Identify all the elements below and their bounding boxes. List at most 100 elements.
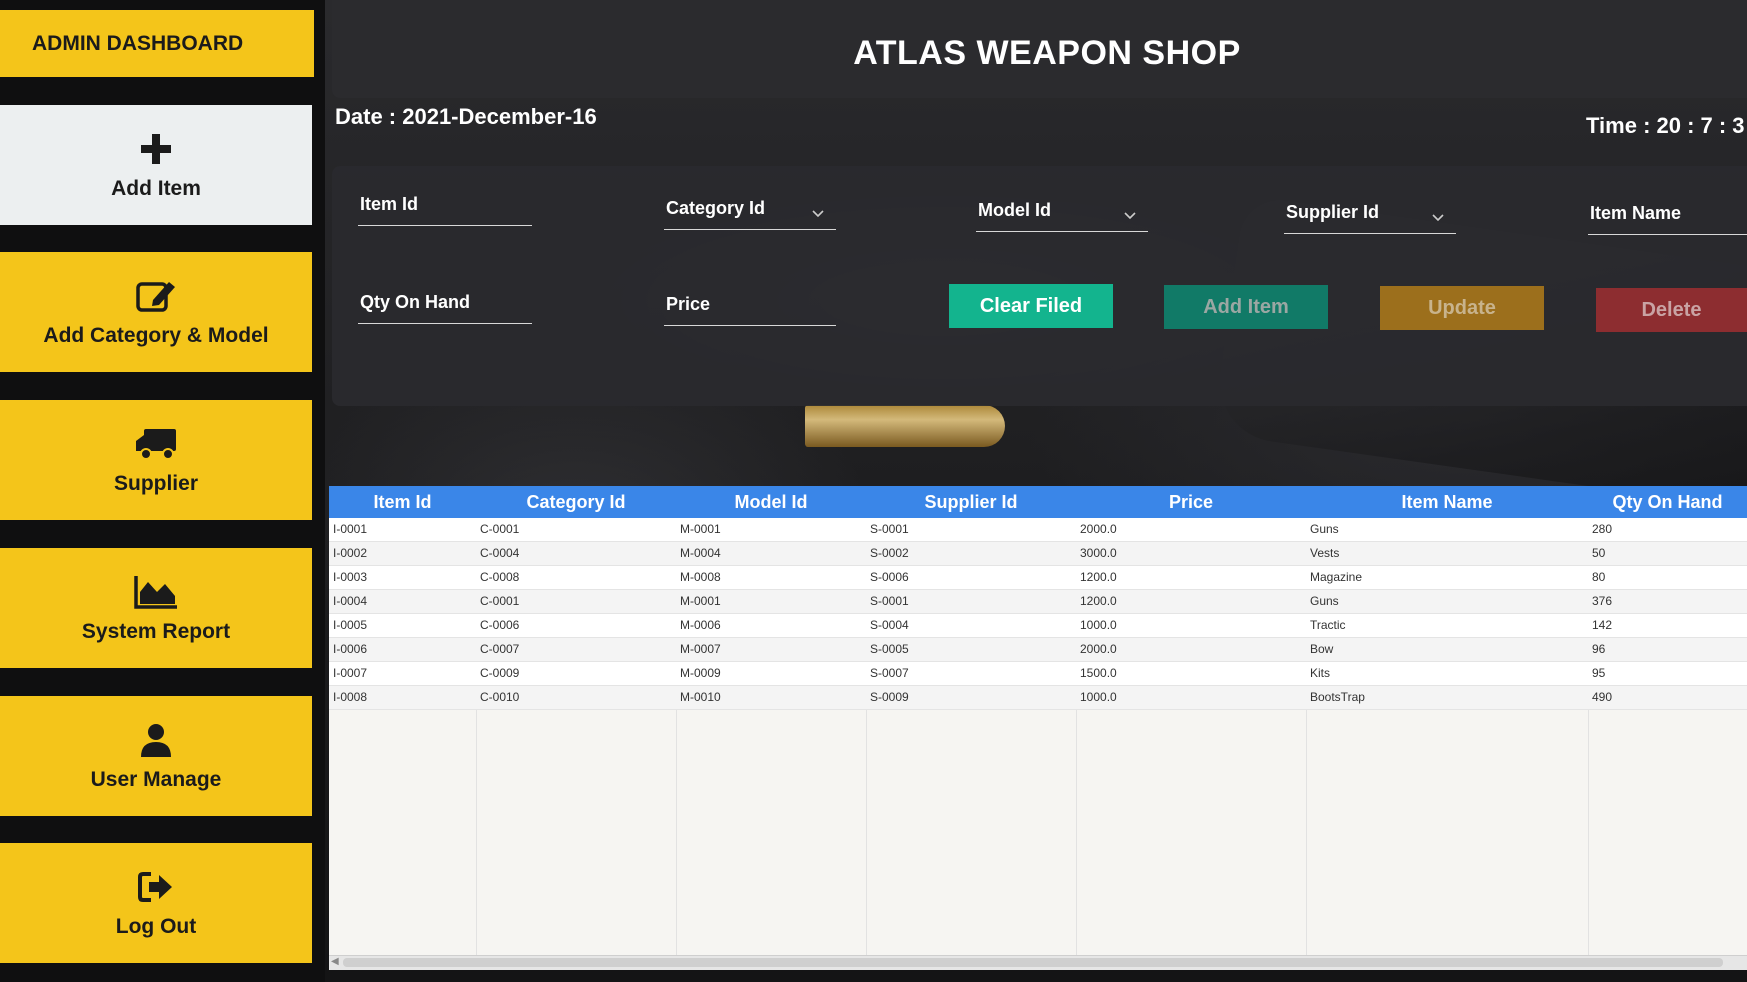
nav-add-item-label: Add Item: [111, 177, 201, 200]
table-row[interactable]: I-0007 C-0009 M-0009 S-0007 1500.0 Kits 95: [329, 662, 1747, 686]
cell-item-name: Guns: [1310, 594, 1339, 608]
cell-supplier-id: S-0001: [870, 522, 909, 536]
item-id-field[interactable]: Item Id: [358, 188, 532, 226]
supplier-id-label: Supplier Id: [1286, 202, 1380, 222]
cell-supplier-id: S-0001: [870, 594, 909, 608]
chart-area-icon: [133, 572, 179, 612]
cell-qty-on-hand: 95: [1592, 666, 1606, 680]
nav-system-report-label: System Report: [81, 620, 231, 643]
cell-item-id: I-0003: [333, 570, 368, 584]
column-header-supplier-id[interactable]: Supplier Id: [866, 486, 1076, 518]
cell-price: 1200.0: [1080, 570, 1117, 584]
cell-item-name: Bow: [1310, 642, 1334, 656]
clear-field-button[interactable]: Clear Filed: [949, 284, 1113, 328]
cell-qty-on-hand: 96: [1592, 642, 1606, 656]
cell-item-name: Tractic: [1310, 618, 1346, 632]
category-id-select[interactable]: Category Id: [664, 192, 836, 230]
cell-price: 1200.0: [1080, 594, 1117, 608]
cell-item-name: Vests: [1310, 546, 1340, 560]
scroll-thumb[interactable]: [343, 958, 1723, 967]
cell-category-id: C-0001: [480, 594, 520, 608]
price-field[interactable]: Price: [664, 288, 836, 326]
table-row[interactable]: I-0003 C-0008 M-0008 S-0006 1200.0 Magazine 80: [329, 566, 1747, 590]
column-header-item-name[interactable]: Item Name: [1306, 486, 1588, 518]
cell-supplier-id: S-0006: [870, 570, 909, 584]
header-bar: ATLAS WEAPON SHOP: [332, 0, 1747, 98]
cell-item-name: Kits: [1310, 666, 1331, 680]
nav-add-category-model-label: Add Category & Model: [43, 324, 269, 347]
add-item-button[interactable]: Add Item: [1164, 285, 1328, 329]
column-header-qty-on-hand[interactable]: Qty On Hand: [1588, 486, 1747, 518]
horizontal-scrollbar[interactable]: ◀: [329, 955, 1747, 970]
nav-add-item-button[interactable]: Add Item: [0, 105, 312, 225]
table-row[interactable]: I-0002 C-0004 M-0004 S-0002 3000.0 Vests 50: [329, 542, 1747, 566]
nav-supplier-label: Supplier: [113, 472, 198, 495]
nav-logout-button[interactable]: Log Out: [0, 843, 312, 963]
date-display: Date : 2021-December-16: [335, 104, 597, 129]
cell-supplier-id: S-0002: [870, 546, 909, 560]
cell-qty-on-hand: 142: [1592, 618, 1613, 632]
cell-model-id: M-0001: [680, 522, 721, 536]
chevron-down-icon: [1432, 206, 1444, 227]
cell-model-id: M-0004: [680, 546, 721, 560]
cell-category-id: C-0010: [480, 690, 520, 704]
table-row[interactable]: I-0006 C-0007 M-0007 S-0005 2000.0 Bow 96: [329, 638, 1747, 662]
cell-supplier-id: S-0004: [870, 618, 909, 632]
cell-qty-on-hand: 376: [1592, 594, 1613, 608]
user-icon: [138, 720, 174, 760]
items-table[interactable]: Item Id Category Id Model Id Supplier Id…: [329, 486, 1747, 970]
column-header-price[interactable]: Price: [1076, 486, 1306, 518]
cell-qty-on-hand: 280: [1592, 522, 1613, 536]
cell-price: 1000.0: [1080, 690, 1117, 704]
table-row[interactable]: I-0001 C-0001 M-0001 S-0001 2000.0 Guns 280: [329, 518, 1747, 542]
column-header-item-id[interactable]: Item Id: [329, 486, 476, 518]
delete-button[interactable]: Delete: [1596, 288, 1747, 332]
cell-item-id: I-0001: [333, 522, 368, 536]
cell-price: 2000.0: [1080, 642, 1117, 656]
cell-category-id: C-0009: [480, 666, 520, 680]
dashboard-title: ADMIN DASHBOARD: [0, 10, 314, 77]
nav-add-category-model-button[interactable]: Add Category & Model: [0, 252, 312, 372]
cell-qty-on-hand: 490: [1592, 690, 1613, 704]
cell-model-id: M-0008: [680, 570, 721, 584]
cell-price: 3000.0: [1080, 546, 1117, 560]
cell-item-name: BootsTrap: [1310, 690, 1365, 704]
table-row[interactable]: I-0008 C-0010 M-0010 S-0009 1000.0 BootsTrap 4…: [329, 686, 1747, 710]
cell-item-id: I-0008: [333, 690, 368, 704]
column-header-category-id[interactable]: Category Id: [476, 486, 676, 518]
cell-price: 1000.0: [1080, 618, 1117, 632]
cell-item-name: Guns: [1310, 522, 1339, 536]
table-header: Item Id Category Id Model Id Supplier Id…: [329, 486, 1747, 518]
cell-item-id: I-0007: [333, 666, 368, 680]
column-header-model-id[interactable]: Model Id: [676, 486, 866, 518]
scroll-left-icon[interactable]: ◀: [331, 956, 339, 967]
nav-user-manage-label: User Manage: [90, 768, 222, 791]
nav-supplier-button[interactable]: Supplier: [0, 400, 312, 520]
cell-item-name: Magazine: [1310, 570, 1363, 584]
cell-model-id: M-0009: [680, 666, 721, 680]
cell-price: 1500.0: [1080, 666, 1117, 680]
chevron-down-icon: [812, 202, 824, 223]
cell-model-id: M-0006: [680, 618, 721, 632]
model-id-select[interactable]: Model Id: [976, 194, 1148, 232]
chevron-down-icon: [1124, 204, 1136, 225]
cell-supplier-id: S-0007: [870, 666, 909, 680]
item-name-field[interactable]: Item Name: [1588, 197, 1747, 235]
cell-supplier-id: S-0005: [870, 642, 909, 656]
table-row[interactable]: I-0004 C-0001 M-0001 S-0001 1200.0 Guns 376: [329, 590, 1747, 614]
bullet-decoration: [805, 405, 1005, 447]
table-row[interactable]: I-0005 C-0006 M-0006 S-0004 1000.0 Tractic 142: [329, 614, 1747, 638]
nav-user-manage-button[interactable]: User Manage: [0, 696, 312, 816]
cell-item-id: I-0002: [333, 546, 368, 560]
sidebar: ADMIN DASHBOARD Add Item Add Category & …: [0, 0, 320, 982]
nav-system-report-button[interactable]: System Report: [0, 548, 312, 668]
qty-on-hand-label: Qty On Hand: [360, 292, 471, 312]
category-id-label: Category Id: [666, 198, 766, 218]
supplier-id-select[interactable]: Supplier Id: [1284, 196, 1456, 234]
update-button[interactable]: Update: [1380, 286, 1544, 330]
qty-on-hand-field[interactable]: Qty On Hand: [358, 286, 532, 324]
time-display: Time : 20 : 7 : 3: [1586, 113, 1745, 138]
cell-category-id: C-0008: [480, 570, 520, 584]
cell-model-id: M-0001: [680, 594, 721, 608]
price-label: Price: [666, 294, 711, 314]
